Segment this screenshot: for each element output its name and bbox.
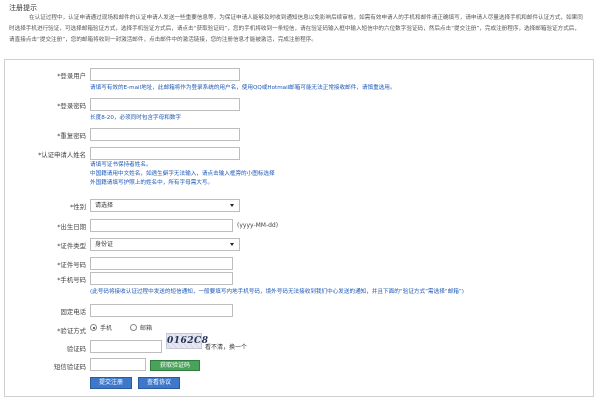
verify-method-email-option[interactable]: 邮箱: [130, 323, 152, 332]
login-password-label: *登录密码: [57, 102, 86, 110]
applicant-name-input[interactable]: [90, 147, 240, 160]
confirm-password-label: *重复密码: [57, 132, 86, 140]
gender-label: *性别: [70, 203, 86, 211]
verify-method-label: *验证方式: [57, 327, 86, 335]
get-sms-code-button[interactable]: 获取验证码: [150, 360, 200, 371]
captcha-image[interactable]: 0162C8: [166, 333, 208, 349]
id-number-label: *证件号码: [57, 261, 86, 269]
landline-input[interactable]: [90, 304, 233, 317]
chevron-down-icon: [230, 243, 234, 246]
applicant-name-hint-1: 请填写证书保持者姓名。: [90, 162, 152, 168]
landline-label: 固定电话: [60, 308, 86, 316]
captcha-input[interactable]: [90, 340, 162, 353]
mobile-input[interactable]: [90, 272, 233, 285]
id-type-select[interactable]: 身份证: [90, 238, 240, 251]
sms-code-input[interactable]: [90, 358, 146, 371]
radio-selected-icon[interactable]: [90, 324, 97, 331]
view-agreement-button[interactable]: 查看协议: [138, 377, 180, 389]
login-user-label: *登录用户: [57, 72, 86, 80]
login-user-input[interactable]: [90, 68, 240, 81]
captcha-refresh-link[interactable]: 看不清，换一个: [205, 342, 247, 351]
birth-date-label: *出生日期: [57, 223, 86, 231]
mobile-label: *手机号码: [57, 276, 86, 284]
verify-method-email-label: 邮箱: [140, 325, 153, 332]
birth-date-format: (yyyy-MM-dd): [237, 222, 279, 229]
verify-method-mobile-label: 手机: [100, 325, 113, 332]
id-type-label: *证件类型: [57, 242, 86, 250]
chevron-down-icon: [230, 204, 234, 207]
sms-code-label: 短信验证码: [54, 363, 86, 371]
login-password-hint: 长度8-20，必须同时包含字母和数字: [90, 115, 182, 121]
birth-date-input[interactable]: [90, 219, 233, 232]
submit-registration-button[interactable]: 提交注册: [90, 377, 132, 389]
applicant-name-hint-3: 外国籍请填写护照上的姓名中，所有字母需大写。: [90, 180, 214, 186]
login-user-hint: 请填写有效的E-mail地址，此邮箱将作为登录系统的用户名，使用QQ或Hotma…: [90, 85, 396, 91]
id-type-select-value: 身份证: [95, 241, 114, 248]
captcha-label: 验证码: [66, 345, 86, 353]
tip-title: 注册提示: [9, 4, 37, 12]
verify-method-mobile-option[interactable]: 手机: [90, 323, 112, 332]
tip-text: 在认证过程中，认证申请通过现场和邮件的认证申请人发送一些重要信息等，为保证申请人…: [9, 15, 583, 43]
gender-select[interactable]: 请选择: [90, 199, 240, 212]
applicant-name-label: *认证申请人姓名: [38, 151, 86, 159]
confirm-password-input[interactable]: [90, 128, 240, 141]
radio-unselected-icon[interactable]: [130, 324, 137, 331]
gender-select-value: 请选择: [95, 202, 114, 209]
applicant-name-hint-2: 中国籍请用中文姓名，如遇生僻字无法输入，请点击输入框旁的小图标选择: [90, 171, 275, 177]
mobile-hint: (此号码将接收认证过程中发送的短信通知，一般要填写内地手机号码，境外号码无法接收…: [90, 289, 464, 295]
login-password-input[interactable]: [90, 98, 240, 111]
id-number-input[interactable]: [90, 257, 233, 270]
